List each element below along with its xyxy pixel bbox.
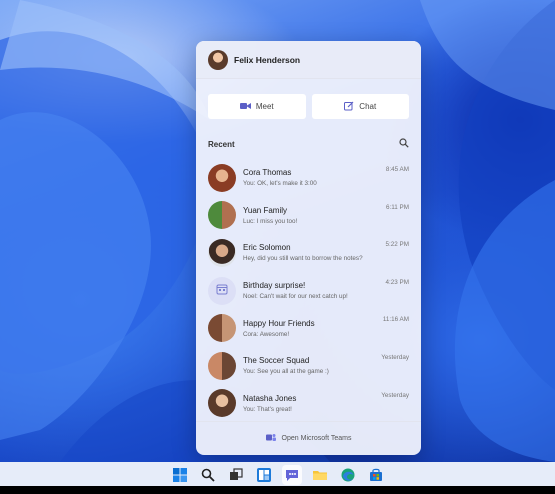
recent-label: Recent (208, 139, 235, 149)
group-avatar (208, 314, 236, 343)
user-avatar[interactable] (208, 49, 228, 70)
group-avatar (208, 351, 236, 380)
chat-label: Chat (359, 102, 377, 111)
chat-item-eric-solomon[interactable]: Eric Solomon Hey, did you still want to … (196, 234, 421, 272)
task-view-icon[interactable] (226, 465, 246, 485)
chat-time: 8:45 AM (385, 166, 409, 173)
edge-icon[interactable] (338, 465, 358, 485)
avatar (208, 389, 236, 418)
flyout-header: Felix Henderson (196, 41, 421, 79)
chat-time: 11:16 AM (382, 316, 409, 324)
compose-icon (344, 101, 354, 113)
chat-time: Yesterday (381, 391, 409, 399)
file-explorer-icon[interactable] (310, 465, 330, 485)
user-name: Felix Henderson (234, 54, 301, 65)
open-teams-label: Open Microsoft Teams (281, 435, 352, 442)
chat-preview: You: See you all at the game :) (243, 368, 329, 376)
chat-item-natasha-jones[interactable]: Natasha Jones You: That's great! Yesterd… (196, 385, 421, 423)
teams-chat-icon[interactable] (281, 465, 302, 485)
search-icon[interactable] (399, 135, 409, 153)
avatar (208, 163, 236, 192)
meet-label: Meet (255, 102, 274, 111)
chat-time: 6:11 PM (386, 203, 409, 211)
chat-item-birthday-surprise[interactable]: Birthday surprise! Noel: Can't wait for … (196, 272, 421, 310)
chat-item-happy-hour-friends[interactable]: Happy Hour Friends Cora: Awesome! 11:16 … (196, 309, 421, 347)
meet-button[interactable]: Meet (208, 94, 306, 119)
chat-name: Birthday surprise! (243, 281, 306, 291)
recent-section-header: Recent (196, 119, 421, 153)
chat-time: 4:23 PM (385, 278, 409, 286)
chat-preview: You: OK, let's make it 3:00 (243, 180, 317, 188)
chat-preview: Cora: Awesome! (243, 330, 290, 338)
search-icon[interactable] (198, 465, 218, 485)
video-camera-icon (239, 102, 251, 112)
chat-preview: Luc: I miss you too! (243, 217, 298, 225)
windows-start-icon[interactable] (170, 465, 190, 485)
chat-time: 5:22 PM (385, 241, 409, 249)
teams-chat-flyout: Felix Henderson Meet Chat Recent Cora Th… (196, 41, 421, 455)
chat-button[interactable]: Chat (311, 94, 409, 119)
chat-item-yuan-family[interactable]: Yuan Family Luc: I miss you too! 6:11 PM (196, 197, 421, 235)
store-icon[interactable] (366, 465, 386, 485)
chat-item-the-soccer-squad[interactable]: The Soccer Squad You: See you all at the… (196, 347, 421, 385)
chat-preview: You: That's great! (243, 405, 292, 413)
avatar (208, 276, 236, 305)
open-teams-link[interactable]: Open Microsoft Teams (196, 421, 421, 455)
chat-list: Cora Thomas You: OK, let's make it 3:00 … (196, 159, 421, 422)
chat-time: Yesterday (381, 353, 409, 361)
calendar-icon (216, 282, 228, 300)
avatar (208, 238, 236, 267)
chat-preview: Hey, did you still want to borrow the no… (243, 255, 363, 263)
taskbar (0, 462, 555, 488)
action-buttons: Meet Chat (196, 79, 421, 119)
chat-item-cora-thomas[interactable]: Cora Thomas You: OK, let's make it 3:00 … (196, 159, 421, 197)
teams-logo-icon (265, 433, 276, 444)
chat-name: Yuan Family (243, 205, 288, 215)
screen-border (0, 486, 555, 494)
chat-preview: Noel: Can't wait for our next catch up! (243, 293, 348, 301)
chat-name: Cora Thomas (243, 168, 292, 178)
widgets-icon[interactable] (254, 465, 274, 485)
group-avatar (208, 201, 236, 230)
chat-name: Eric Solomon (243, 243, 291, 253)
